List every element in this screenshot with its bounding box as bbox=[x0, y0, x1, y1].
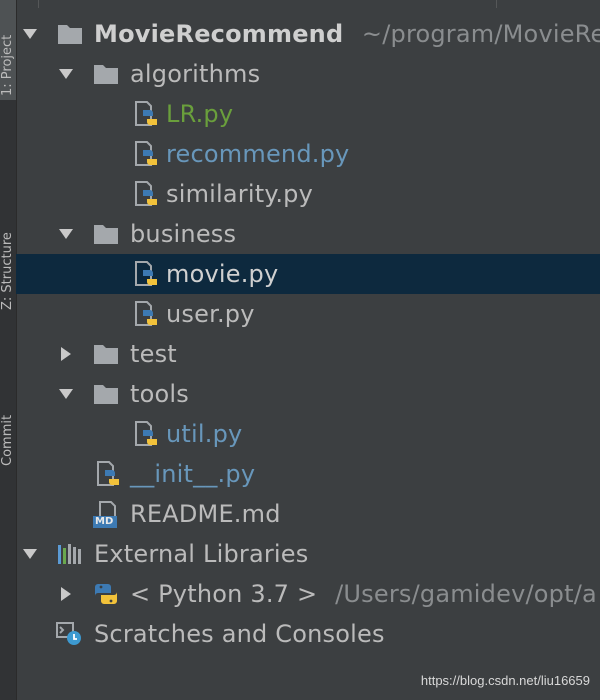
python-file-icon bbox=[132, 141, 160, 167]
file-name-lr: LR.py bbox=[166, 100, 234, 128]
tool-window-strip: 1: Project Z: Structure Commit bbox=[0, 0, 17, 700]
folder-name: business bbox=[130, 220, 237, 248]
watermark: https://blog.csdn.net/liu16659 bbox=[420, 673, 590, 688]
tree-row-algorithms[interactable]: algorithms bbox=[16, 54, 600, 94]
tree-row-python-sdk[interactable]: < Python 3.7 > /Users/gamidev/opt/a bbox=[16, 574, 600, 614]
tree-row-file[interactable]: recommend.py bbox=[16, 134, 600, 174]
python-file-icon bbox=[94, 461, 122, 487]
collapse-arrow-icon[interactable] bbox=[56, 574, 76, 614]
tree-row-root[interactable]: MovieRecommend ~/program/MovieRe bbox=[16, 14, 600, 54]
python-sdk-name: < Python 3.7 > bbox=[130, 580, 318, 608]
python-file-icon bbox=[132, 261, 160, 287]
tree-row-business[interactable]: business bbox=[16, 214, 600, 254]
tree-row-file-selected[interactable]: movie.py bbox=[16, 254, 600, 294]
file-name-util: util.py bbox=[166, 420, 243, 448]
tree-row-file[interactable]: util.py bbox=[16, 414, 600, 454]
tree-row-file[interactable]: MD README.md bbox=[16, 494, 600, 534]
library-icon bbox=[56, 541, 84, 567]
tree-row-file[interactable]: LR.py bbox=[16, 94, 600, 134]
header-strip bbox=[16, 0, 600, 8]
md-badge-label: MD bbox=[95, 516, 114, 527]
tree-row-test[interactable]: test bbox=[16, 334, 600, 374]
project-tree[interactable]: MovieRecommend ~/program/MovieRe algorit… bbox=[16, 14, 600, 654]
scratches-icon bbox=[56, 621, 84, 647]
expand-arrow-icon[interactable] bbox=[56, 54, 76, 94]
python-file-icon bbox=[132, 101, 160, 127]
folder-icon bbox=[92, 381, 120, 407]
expand-arrow-icon[interactable] bbox=[20, 534, 40, 574]
tree-row-tools[interactable]: tools bbox=[16, 374, 600, 414]
file-name-user: user.py bbox=[166, 300, 255, 328]
tree-row-file[interactable]: user.py bbox=[16, 294, 600, 334]
project-tool-tab[interactable]: 1: Project bbox=[0, 0, 16, 100]
python-logo-icon bbox=[92, 581, 120, 607]
tree-row-scratches[interactable]: Scratches and Consoles bbox=[16, 614, 600, 654]
file-name-similarity: similarity.py bbox=[166, 180, 313, 208]
python-file-icon bbox=[132, 421, 160, 447]
tree-row-external-libraries[interactable]: External Libraries bbox=[16, 534, 600, 574]
file-name-recommend: recommend.py bbox=[166, 140, 350, 168]
file-name-init: __init__.py bbox=[130, 460, 256, 488]
tree-row-file[interactable]: __init__.py bbox=[16, 454, 600, 494]
folder-name: test bbox=[130, 340, 177, 368]
divider bbox=[496, 0, 497, 8]
collapse-arrow-icon[interactable] bbox=[56, 334, 76, 374]
divider bbox=[38, 0, 39, 8]
folder-icon bbox=[92, 341, 120, 367]
folder-name: tools bbox=[130, 380, 189, 408]
commit-tool-tab[interactable]: Commit bbox=[0, 356, 16, 466]
file-name-readme: README.md bbox=[130, 500, 281, 528]
folder-name: algorithms bbox=[130, 60, 261, 88]
structure-tool-tab[interactable]: Z: Structure bbox=[0, 150, 16, 310]
expand-arrow-icon[interactable] bbox=[20, 14, 40, 54]
expand-arrow-icon[interactable] bbox=[56, 374, 76, 414]
file-name-movie: movie.py bbox=[166, 260, 279, 288]
python-file-icon bbox=[132, 181, 160, 207]
python-sdk-path: /Users/gamidev/opt/a bbox=[335, 580, 597, 608]
folder-icon bbox=[92, 61, 120, 87]
folder-icon bbox=[92, 221, 120, 247]
python-file-icon bbox=[132, 301, 160, 327]
external-libraries-label: External Libraries bbox=[94, 540, 309, 568]
expand-arrow-icon[interactable] bbox=[56, 214, 76, 254]
root-folder-path: ~/program/MovieRe bbox=[361, 20, 600, 48]
folder-icon bbox=[56, 21, 84, 47]
tree-row-file[interactable]: similarity.py bbox=[16, 174, 600, 214]
markdown-file-icon: MD bbox=[92, 501, 120, 528]
scratches-label: Scratches and Consoles bbox=[94, 620, 385, 648]
root-folder-name: MovieRecommend bbox=[94, 20, 344, 48]
